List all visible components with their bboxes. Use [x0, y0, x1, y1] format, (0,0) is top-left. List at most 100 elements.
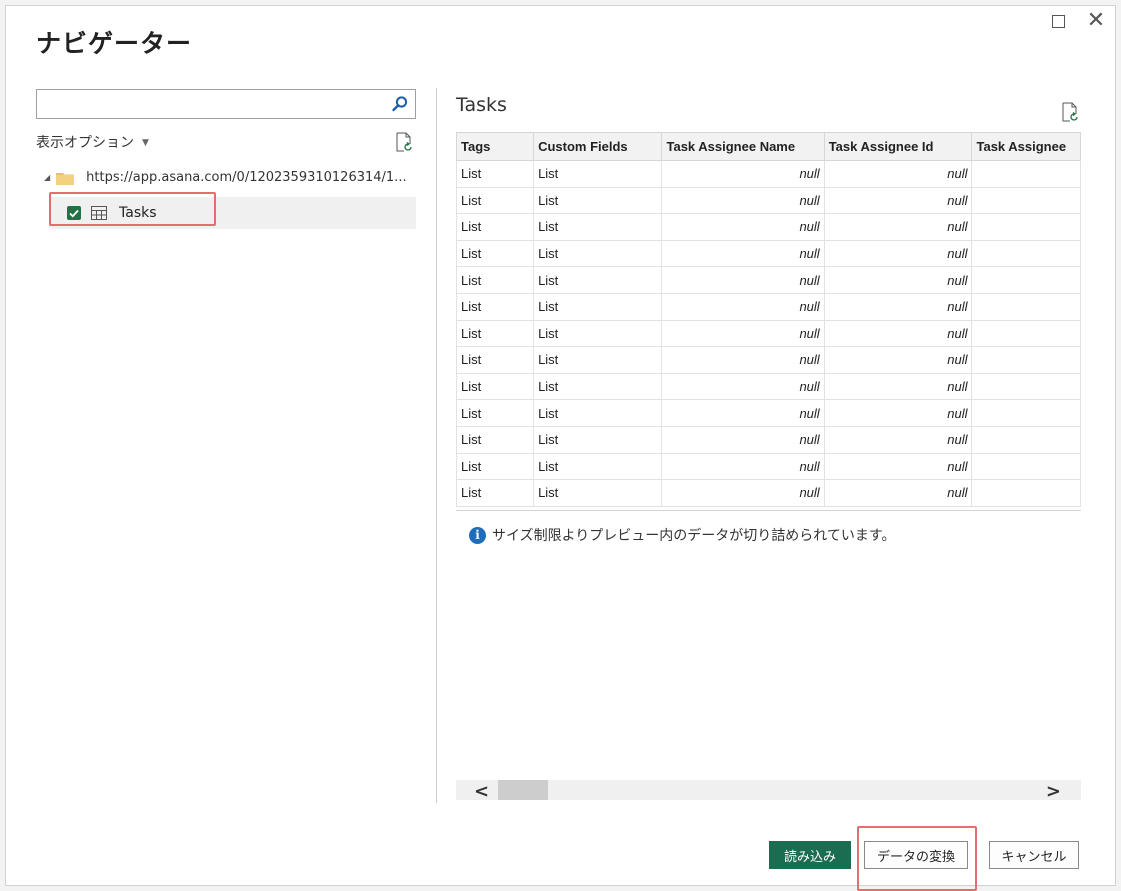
table-cell[interactable]: null [823, 425, 973, 454]
table-cell[interactable]: List [456, 239, 535, 268]
table-cell[interactable]: List [456, 292, 535, 321]
table-cell[interactable]: List [533, 292, 663, 321]
table-cell[interactable]: null [661, 425, 825, 454]
table-cell[interactable]: List [533, 452, 663, 481]
column-header[interactable]: Custom Fields [533, 132, 663, 161]
table-cell[interactable]: null [661, 266, 825, 294]
table-row: List List null null [456, 239, 1081, 268]
table-cell[interactable] [971, 372, 1081, 401]
info-message: サイズ制限よりプレビュー内のデータが切り詰められています。 [492, 528, 896, 544]
load-button[interactable]: 読み込み [769, 841, 851, 869]
table-cell[interactable]: null [661, 452, 825, 481]
scroll-right-icon[interactable]: > [1046, 781, 1061, 802]
table-row: List List null null [456, 319, 1081, 348]
close-icon[interactable]: ✕ [1081, 8, 1111, 34]
table-cell[interactable]: List [456, 160, 535, 188]
table-cell[interactable]: List [533, 346, 663, 374]
table-cell[interactable]: null [661, 319, 825, 348]
table-cell[interactable] [971, 186, 1081, 215]
preview-title: Tasks [456, 94, 507, 116]
table-cell[interactable]: null [823, 346, 973, 374]
table-cell[interactable]: null [823, 452, 973, 481]
table-cell[interactable]: List [533, 186, 663, 215]
tree-root-source[interactable]: ◢ https://app.asana.com/0/12023593101263… [44, 170, 407, 185]
scroll-left-icon[interactable]: < [474, 781, 489, 802]
search-icon[interactable] [391, 95, 409, 113]
table-cell[interactable]: null [661, 239, 825, 268]
table-cell[interactable]: null [661, 213, 825, 241]
table-cell[interactable]: List [533, 160, 663, 188]
column-header[interactable]: Task Assignee [971, 132, 1081, 161]
maximize-icon[interactable] [1043, 8, 1073, 34]
panel-divider[interactable] [436, 88, 437, 803]
search-field[interactable] [36, 89, 416, 119]
table-cell[interactable] [971, 239, 1081, 268]
table-cell[interactable]: List [533, 319, 663, 348]
column-header[interactable]: Task Assignee Name [661, 132, 825, 161]
table-row: List List null null [456, 399, 1081, 427]
search-input[interactable] [41, 93, 385, 117]
table-cell[interactable]: null [823, 213, 973, 241]
table-cell[interactable]: null [661, 372, 825, 401]
table-cell[interactable] [971, 425, 1081, 454]
table-cell[interactable] [971, 213, 1081, 241]
table-cell[interactable]: null [823, 399, 973, 427]
table-cell[interactable]: null [823, 160, 973, 188]
table-body: List List null null List List null null List List… [456, 160, 1081, 507]
table-cell[interactable]: List [533, 266, 663, 294]
table-cell[interactable] [971, 452, 1081, 481]
info-icon: i [469, 526, 486, 544]
table-cell[interactable] [971, 266, 1081, 294]
table-cell[interactable]: List [456, 452, 535, 481]
display-options-label: 表示オプション [36, 135, 134, 151]
table-cell[interactable]: List [456, 479, 535, 507]
table-cell[interactable]: List [456, 346, 535, 374]
table-cell[interactable]: null [823, 372, 973, 401]
table-cell[interactable]: List [456, 213, 535, 241]
table-cell[interactable]: List [456, 266, 535, 294]
tree-expander-icon[interactable]: ◢ [44, 173, 50, 182]
table-cell[interactable]: null [823, 479, 973, 507]
table-cell[interactable]: List [456, 425, 535, 454]
table-cell[interactable]: List [533, 213, 663, 241]
table-cell[interactable] [971, 479, 1081, 507]
table-cell[interactable] [971, 346, 1081, 374]
table-cell[interactable]: List [533, 425, 663, 454]
table-cell[interactable]: null [661, 479, 825, 507]
table-cell[interactable]: null [661, 346, 825, 374]
scrollbar-thumb[interactable] [498, 780, 548, 800]
table-cell[interactable]: List [456, 399, 535, 427]
preview-grid[interactable]: Tags Custom Fields Task Assignee Name Ta… [456, 132, 1081, 511]
refresh-icon[interactable] [395, 132, 413, 152]
cancel-button[interactable]: キャンセル [989, 841, 1079, 869]
highlight-box [857, 826, 977, 891]
column-header[interactable]: Task Assignee Id [823, 132, 973, 161]
display-options-dropdown[interactable]: 表示オプション ▼ [36, 132, 149, 152]
table-cell[interactable]: null [661, 292, 825, 321]
table-cell[interactable]: null [823, 292, 973, 321]
table-cell[interactable] [971, 292, 1081, 321]
table-cell[interactable]: List [533, 372, 663, 401]
column-header[interactable]: Tags [456, 132, 535, 161]
table-cell[interactable]: null [823, 186, 973, 215]
refresh-icon[interactable] [1061, 102, 1079, 122]
table-row: List List null null [456, 425, 1081, 454]
table-cell[interactable]: List [456, 319, 535, 348]
table-cell[interactable]: null [661, 186, 825, 215]
table-cell[interactable]: null [661, 399, 825, 427]
table-row: List List null null [456, 452, 1081, 481]
table-cell[interactable]: List [456, 186, 535, 215]
table-cell[interactable]: List [456, 372, 535, 401]
table-row: List List null null [456, 186, 1081, 215]
table-cell[interactable] [971, 319, 1081, 348]
table-cell[interactable]: List [533, 479, 663, 507]
table-cell[interactable] [971, 399, 1081, 427]
horizontal-scrollbar[interactable]: < > [456, 780, 1081, 802]
table-cell[interactable] [971, 160, 1081, 188]
table-cell[interactable]: null [661, 160, 825, 188]
table-cell[interactable]: List [533, 399, 663, 427]
table-cell[interactable]: null [823, 266, 973, 294]
table-cell[interactable]: null [823, 239, 973, 268]
table-cell[interactable]: List [533, 239, 663, 268]
table-cell[interactable]: null [823, 319, 973, 348]
